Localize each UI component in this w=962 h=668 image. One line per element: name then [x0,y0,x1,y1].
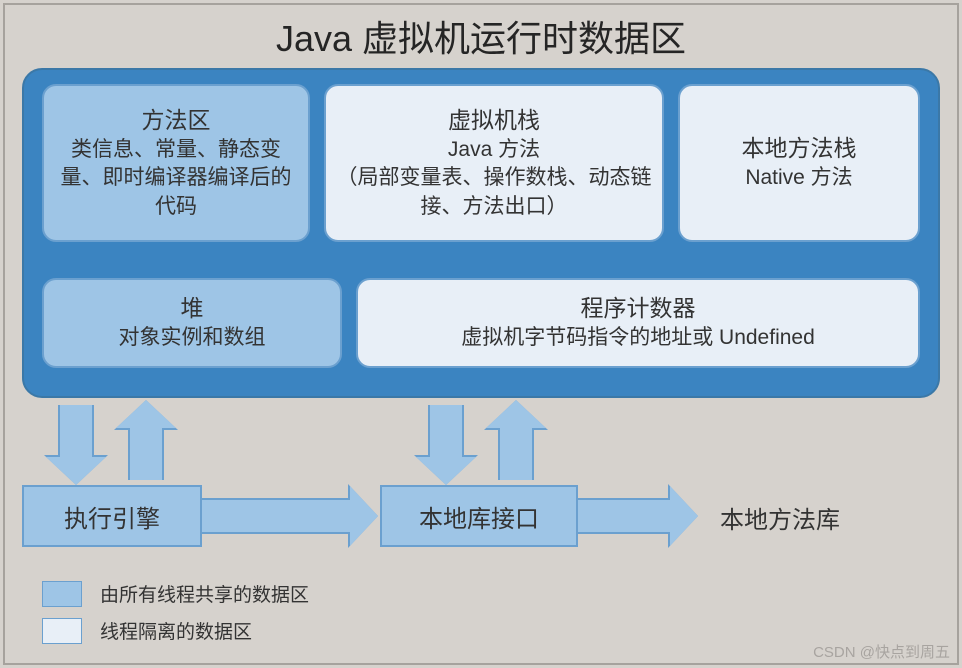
legend-row-isolated: 线程隔离的数据区 [42,617,309,644]
heap-desc: 对象实例和数组 [119,324,266,352]
legend-swatch-shared [42,581,82,607]
heap-box: 堆 对象实例和数组 [42,278,342,368]
pc-desc: 虚拟机字节码指令的地址或 Undefined [461,324,815,352]
arrow-up-stem-2 [498,428,534,480]
legend-row-shared: 由所有线程共享的数据区 [42,580,309,607]
legend-label-isolated: 线程隔离的数据区 [100,617,252,644]
arrow-right-stem-2 [578,498,670,534]
native-interface-box: 本地库接口 [380,485,578,547]
watermark: CSDN @快点到周五 [813,641,950,662]
method-area-desc: 类信息、常量、静态变量、即时编译器编译后的代码 [52,136,300,221]
heap-title: 堆 [181,293,204,324]
vm-stack-sub2: （局部变量表、操作数栈、动态链接、方法出口） [334,164,654,221]
row-bottom: 堆 对象实例和数组 程序计数器 虚拟机字节码指令的地址或 Undefined [42,278,920,368]
arrow-up-stem-1 [128,428,164,480]
arrow-up-head-2 [486,400,546,428]
arrow-up-head-1 [116,400,176,428]
method-area-title: 方法区 [142,105,211,136]
arrow-right-stem-1 [202,498,350,534]
native-stack-sub: Native 方法 [745,164,852,192]
legend-swatch-isolated [42,618,82,644]
pc-title: 程序计数器 [581,293,696,324]
native-stack-title: 本地方法栈 [742,133,857,164]
row-top: 方法区 类信息、常量、静态变量、即时编译器编译后的代码 虚拟机栈 Java 方法… [42,84,920,242]
arrow-right-head-2 [670,486,698,546]
vm-stack-sub1: Java 方法 [448,136,540,164]
vm-stack-box: 虚拟机栈 Java 方法 （局部变量表、操作数栈、动态链接、方法出口） [324,84,664,242]
arrow-down-head-2 [416,457,476,485]
method-area-box: 方法区 类信息、常量、静态变量、即时编译器编译后的代码 [42,84,310,242]
native-stack-box: 本地方法栈 Native 方法 [678,84,920,242]
arrow-down-head-1 [46,457,106,485]
runtime-data-area-container: 方法区 类信息、常量、静态变量、即时编译器编译后的代码 虚拟机栈 Java 方法… [22,68,940,398]
legend-label-shared: 由所有线程共享的数据区 [100,580,309,607]
legend: 由所有线程共享的数据区 线程隔离的数据区 [42,580,309,654]
vm-stack-title: 虚拟机栈 [448,105,540,136]
arrow-down-stem-1 [58,405,94,457]
exec-engine-box: 执行引擎 [22,485,202,547]
pc-counter-box: 程序计数器 虚拟机字节码指令的地址或 Undefined [356,278,920,368]
arrow-down-stem-2 [428,405,464,457]
arrow-right-head-1 [350,486,378,546]
native-libs-label: 本地方法库 [720,500,840,535]
